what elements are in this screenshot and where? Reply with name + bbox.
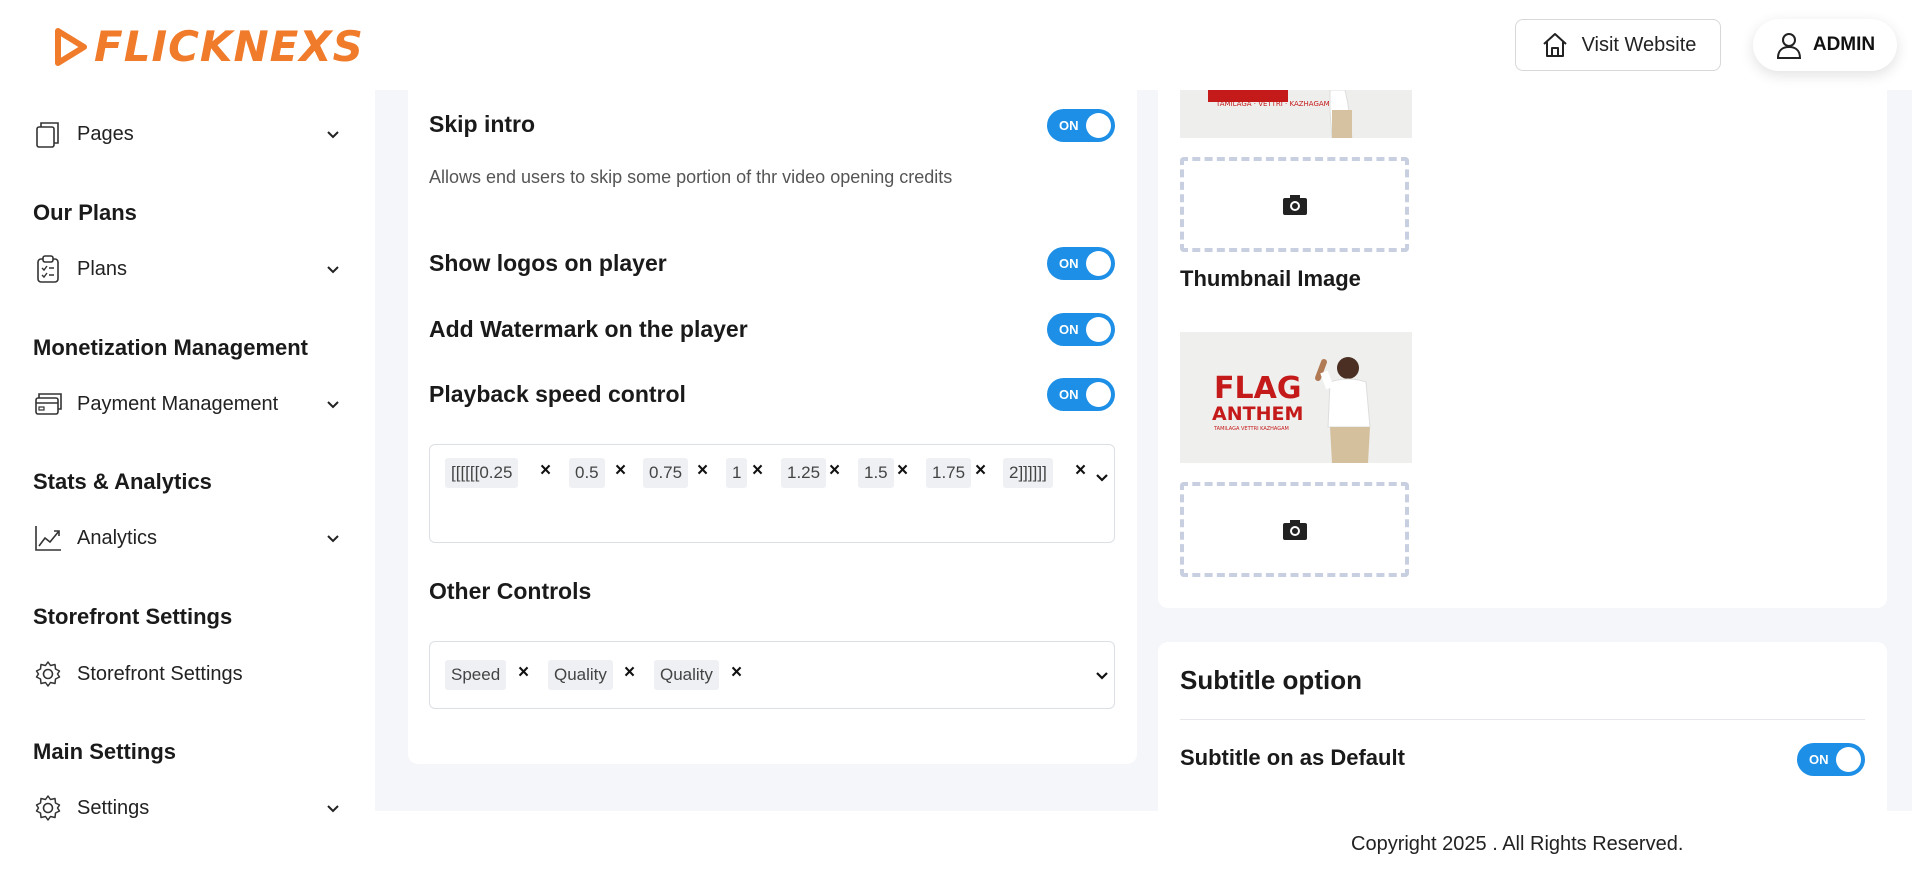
- sidebar-heading-monetization: Monetization Management: [33, 335, 309, 360]
- sidebar-item-pages[interactable]: Pages: [33, 114, 343, 154]
- sidebar-item-analytics[interactable]: Analytics: [33, 518, 343, 558]
- thumbnail-image-label: Thumbnail Image: [1180, 266, 1361, 291]
- speed-chip: 1.25: [781, 458, 827, 488]
- speed-chip: 0.75: [643, 458, 689, 488]
- toggle-knob: [1086, 317, 1111, 342]
- sidebar-item-label: Pages: [77, 122, 134, 145]
- home-icon: [1542, 33, 1567, 57]
- toggle-knob: [1086, 382, 1111, 407]
- speed-chip: 1.75: [926, 458, 972, 488]
- skip-intro-description: Allows end users to skip some portion of…: [429, 167, 953, 187]
- visit-website-label: Visit Website: [1581, 33, 1697, 56]
- control-chip: Quality: [654, 660, 719, 690]
- speed-chip: 1: [726, 458, 748, 488]
- sidebar-item-settings[interactable]: Settings: [33, 788, 343, 828]
- toggle-state-label: ON: [1059, 322, 1079, 337]
- skip-intro-toggle[interactable]: ON: [1047, 109, 1115, 142]
- sidebar-heading-storefront: Storefront Settings: [33, 604, 233, 629]
- speed-chip: [[[[[[0.25: [445, 458, 519, 488]
- gear-icon: [33, 793, 63, 823]
- gear-icon: [33, 659, 63, 689]
- toggle-knob: [1086, 113, 1111, 138]
- sidebar-item-label: Settings: [77, 796, 150, 819]
- remove-chip-icon[interactable]: ×: [615, 460, 626, 482]
- play-logo-icon: [55, 27, 87, 66]
- svg-text:TAMILAGA · VETTRI · KAZHAGAM: TAMILAGA · VETTRI · KAZHAGAM: [1215, 100, 1330, 108]
- sidebar-heading-main-settings: Main Settings: [33, 739, 177, 764]
- user-icon: [1776, 33, 1801, 59]
- upload-thumbnail-dropzone[interactable]: [1180, 482, 1409, 577]
- control-chip: Speed: [445, 660, 507, 690]
- subtitle-option-title: Subtitle option: [1180, 665, 1362, 695]
- divider: [1180, 719, 1865, 720]
- thumbnail-image: FLAG ANTHEM TAMILAGA VETTRI KAZHAGAM: [1180, 332, 1412, 463]
- chevron-down-icon[interactable]: [1093, 468, 1111, 486]
- sidebar-item-label: Analytics: [77, 526, 158, 549]
- camera-icon: [1282, 519, 1307, 540]
- toggle-knob: [1836, 747, 1861, 772]
- camera-icon: [1282, 194, 1307, 215]
- remove-chip-icon[interactable]: ×: [752, 460, 763, 482]
- remove-chip-icon[interactable]: ×: [731, 662, 742, 684]
- sidebar-heading-our-plans: Our Plans: [33, 200, 137, 225]
- top-header: FLICKNEXS Visit Website ADMIN: [0, 0, 1912, 90]
- remove-chip-icon[interactable]: ×: [829, 460, 840, 482]
- poster-image-top: TAMILAGA · VETTRI · KAZHAGAM: [1180, 90, 1412, 138]
- clipboard-icon: [33, 254, 63, 284]
- playback-speed-toggle[interactable]: ON: [1047, 378, 1115, 411]
- brand-logo[interactable]: FLICKNEXS: [52, 22, 364, 71]
- admin-label: ADMIN: [1812, 34, 1876, 55]
- watermark-toggle[interactable]: ON: [1047, 313, 1115, 346]
- poster-title: FLAG: [1214, 371, 1301, 406]
- chevron-down-icon: [327, 535, 339, 543]
- toggle-state-label: ON: [1059, 118, 1079, 133]
- speed-chip: 0.5: [569, 458, 605, 488]
- chevron-down-icon[interactable]: [1093, 666, 1111, 684]
- sidebar-heading-stats: Stats & Analytics: [33, 469, 212, 494]
- poster-credit: TAMILAGA VETTRI KAZHAGAM: [1213, 426, 1289, 432]
- sidebar-item-label: Plans: [77, 257, 128, 280]
- credit-card-icon: [33, 389, 63, 419]
- watermark-label: Add Watermark on the player: [429, 316, 748, 342]
- sidebar-item-label: Payment Management: [77, 392, 279, 415]
- subtitle-default-toggle[interactable]: ON: [1797, 743, 1865, 776]
- admin-account-button[interactable]: ADMIN: [1753, 19, 1897, 71]
- chevron-down-icon: [327, 131, 339, 139]
- upload-poster-dropzone[interactable]: [1180, 157, 1409, 252]
- chevron-down-icon: [327, 266, 339, 274]
- remove-chip-icon[interactable]: ×: [624, 662, 635, 684]
- sidebar-item-plans[interactable]: Plans: [33, 249, 343, 289]
- clear-all-icon[interactable]: ×: [1075, 460, 1086, 482]
- footer-copyright: Copyright 2025 . All Rights Reserved.: [1351, 833, 1684, 855]
- skip-intro-label: Skip intro: [429, 111, 536, 137]
- sidebar-item-storefront-settings[interactable]: Storefront Settings: [33, 654, 343, 694]
- speed-chip: 1.5: [858, 458, 894, 488]
- chevron-down-icon: [327, 401, 339, 409]
- poster-subtitle: ANTHEM: [1212, 403, 1303, 425]
- remove-chip-icon[interactable]: ×: [540, 460, 551, 482]
- toggle-state-label: ON: [1809, 752, 1829, 767]
- remove-chip-icon[interactable]: ×: [975, 460, 986, 482]
- chart-line-icon: [33, 523, 63, 553]
- playback-speed-label: Playback speed control: [429, 381, 686, 407]
- remove-chip-icon[interactable]: ×: [518, 662, 529, 684]
- brand-name: FLICKNEXS: [94, 22, 364, 71]
- sidebar-item-label: Storefront Settings: [77, 662, 243, 685]
- show-logos-label: Show logos on player: [429, 250, 667, 276]
- toggle-state-label: ON: [1059, 256, 1079, 271]
- toggle-state-label: ON: [1059, 387, 1079, 402]
- visit-website-button[interactable]: Visit Website: [1515, 19, 1721, 71]
- remove-chip-icon[interactable]: ×: [697, 460, 708, 482]
- chevron-down-icon: [327, 805, 339, 813]
- remove-chip-icon[interactable]: ×: [897, 460, 908, 482]
- show-logos-toggle[interactable]: ON: [1047, 247, 1115, 280]
- control-chip: Quality: [548, 660, 613, 690]
- subtitle-default-label: Subtitle on as Default: [1180, 745, 1405, 770]
- toggle-knob: [1086, 251, 1111, 276]
- pages-icon: [33, 119, 63, 149]
- other-controls-title: Other Controls: [429, 578, 592, 604]
- other-controls-select[interactable]: [429, 641, 1115, 709]
- sidebar-item-payment-management[interactable]: Payment Management: [33, 384, 343, 424]
- speed-chip: 2]]]]]]: [1003, 458, 1053, 488]
